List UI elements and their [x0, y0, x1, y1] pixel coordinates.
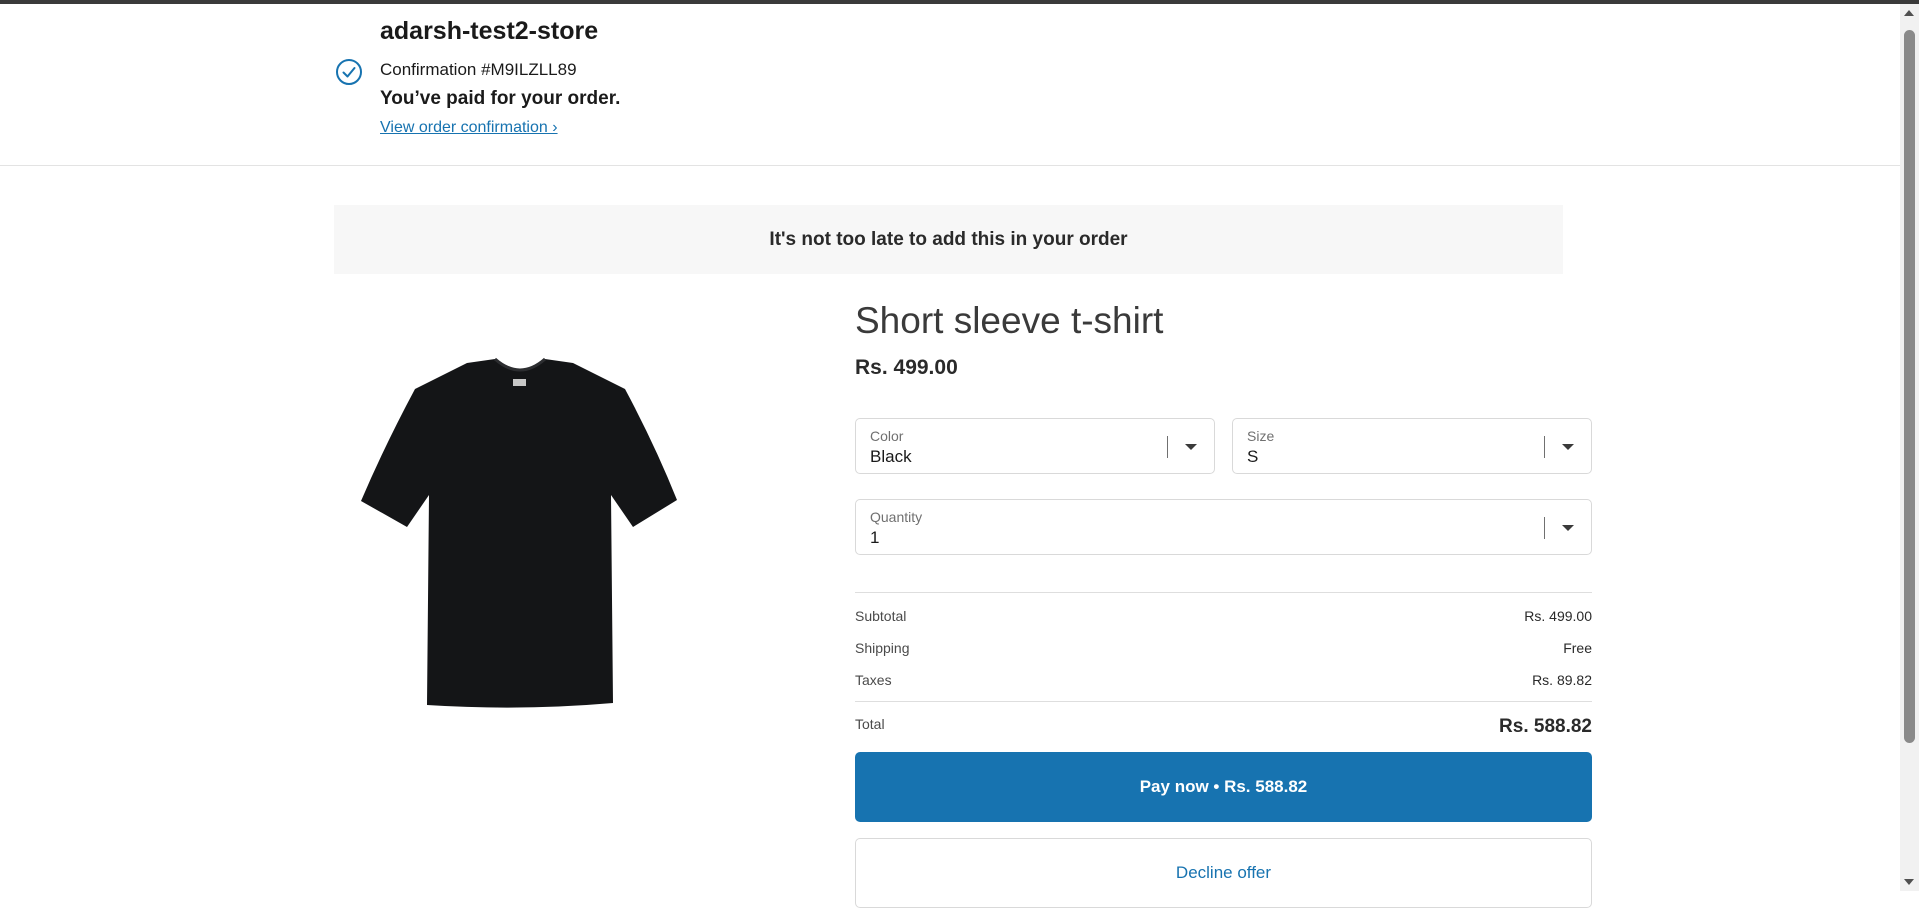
- chevron-down-icon: [1185, 444, 1197, 450]
- check-circle-icon: [336, 59, 362, 85]
- scroll-down-arrow-icon[interactable]: [1904, 879, 1914, 885]
- quantity-select-label: Quantity: [870, 509, 923, 525]
- select-divider: [1544, 436, 1545, 458]
- order-status-header: adarsh-test2-store Confirmation #M9ILZLL…: [0, 4, 1900, 166]
- color-select[interactable]: Color Black: [855, 418, 1215, 474]
- taxes-value: Rs. 89.82: [1532, 672, 1592, 688]
- view-order-confirmation-link[interactable]: View order confirmation ›: [380, 119, 558, 137]
- select-divider: [1544, 517, 1545, 539]
- tshirt-image: [361, 357, 677, 708]
- upsell-banner: It's not too late to add this in your or…: [334, 205, 1563, 274]
- subtotal-value: Rs. 499.00: [1524, 608, 1592, 624]
- store-name: adarsh-test2-store: [380, 17, 599, 45]
- size-select-value: S: [1247, 447, 1259, 466]
- summary-divider: [855, 592, 1592, 593]
- chevron-down-icon: [1562, 525, 1574, 531]
- confirmation-number: Confirmation #M9ILZLL89: [380, 60, 577, 79]
- size-select-label: Size: [1247, 428, 1275, 444]
- page-scrollbar[interactable]: [1900, 4, 1919, 891]
- decline-offer-button[interactable]: Decline offer: [855, 838, 1592, 908]
- quantity-select-value: 1: [870, 528, 880, 547]
- color-select-label: Color: [870, 428, 904, 444]
- taxes-label: Taxes: [855, 672, 892, 688]
- chevron-down-icon: [1562, 444, 1574, 450]
- total-label: Total: [855, 716, 885, 732]
- subtotal-label: Subtotal: [855, 608, 907, 624]
- shipping-value: Free: [1563, 640, 1592, 656]
- upsell-banner-text: It's not too late to add this in your or…: [769, 228, 1128, 250]
- product-price: Rs. 499.00: [855, 356, 958, 379]
- pay-now-button[interactable]: Pay now • Rs. 588.82: [855, 752, 1592, 822]
- scroll-up-arrow-icon[interactable]: [1904, 10, 1914, 16]
- total-value: Rs. 588.82: [1499, 716, 1592, 737]
- select-divider: [1167, 436, 1168, 458]
- size-select[interactable]: Size S: [1232, 418, 1592, 474]
- quantity-select[interactable]: Quantity 1: [855, 499, 1592, 555]
- paid-message: You’ve paid for your order.: [380, 88, 621, 109]
- product-title: Short sleeve t-shirt: [855, 300, 1164, 341]
- shipping-label: Shipping: [855, 640, 910, 656]
- color-select-value: Black: [870, 447, 912, 466]
- total-divider: [855, 701, 1592, 702]
- scrollbar-thumb[interactable]: [1904, 30, 1915, 743]
